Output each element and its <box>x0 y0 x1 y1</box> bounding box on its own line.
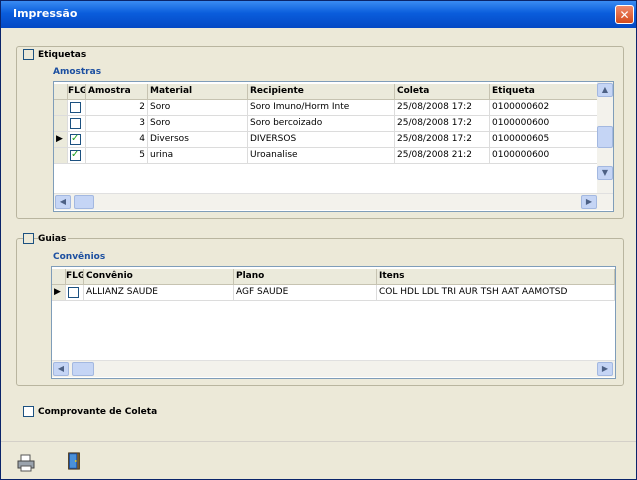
flg-cell[interactable] <box>68 116 86 132</box>
horizontal-scrollbar[interactable]: ◀ ▶ <box>52 360 615 377</box>
column-header-recipiente[interactable]: Recipiente <box>248 84 395 100</box>
amostra-cell: 5 <box>86 148 148 164</box>
amostra-cell: 4 <box>86 132 148 148</box>
row-indicator[interactable] <box>54 100 68 116</box>
etiqueta-cell: 0100000602 <box>490 100 599 116</box>
print-dialog: Impressão ✕ Etiquetas Amostras FLG Amost… <box>0 0 637 480</box>
coleta-cell: 25/08/2008 17:2 <box>395 116 490 132</box>
amostras-label: Amostras <box>53 67 102 77</box>
row-indicator[interactable] <box>54 116 68 132</box>
amostra-cell: 3 <box>86 116 148 132</box>
flg-cell[interactable] <box>66 285 84 301</box>
flg-checkbox[interactable]: ✓ <box>70 133 81 145</box>
flg-cell[interactable]: ✓ <box>68 132 86 148</box>
flg-checkbox[interactable] <box>70 102 81 113</box>
column-header-coleta[interactable]: Coleta <box>395 84 490 100</box>
flg-checkbox[interactable] <box>68 287 79 298</box>
current-row-arrow-icon: ▶ <box>54 287 61 297</box>
material-cell: Diversos <box>148 132 248 148</box>
amostra-cell: 2 <box>86 100 148 116</box>
horizontal-scroll-thumb[interactable] <box>74 195 94 209</box>
checkmark-icon: ✓ <box>71 149 80 160</box>
scroll-left-button[interactable]: ◀ <box>55 195 71 209</box>
column-header-flg[interactable]: FLG <box>66 269 84 285</box>
flg-checkbox[interactable] <box>70 118 81 129</box>
convenio-cell: ALLIANZ SAUDE <box>84 285 234 301</box>
checkmark-icon: ✓ <box>71 133 80 144</box>
table-row[interactable]: ▶ ALLIANZ SAUDE AGF SAUDE COL HDL LDL TR… <box>52 285 615 301</box>
coleta-cell: 25/08/2008 17:2 <box>395 132 490 148</box>
scroll-left-button[interactable]: ◀ <box>53 362 69 376</box>
scroll-down-button[interactable]: ▼ <box>597 166 613 180</box>
etiqueta-cell: 0100000605 <box>490 132 599 148</box>
table-row[interactable]: ▶ ✓ 4 Diversos DIVERSOS 25/08/2008 17:2 … <box>54 132 599 148</box>
horizontal-scroll-thumb[interactable] <box>72 362 94 376</box>
etiquetas-checkbox[interactable] <box>23 49 34 60</box>
convenios-label: Convênios <box>53 252 106 262</box>
amostras-grid[interactable]: FLG Amostra Material Recipiente Coleta E… <box>53 81 614 212</box>
window-title: Impressão <box>13 7 78 20</box>
column-header-material[interactable]: Material <box>148 84 248 100</box>
vertical-scrollbar[interactable]: ▲ ▼ <box>597 82 613 195</box>
title-bar[interactable]: Impressão ✕ <box>1 1 636 28</box>
column-header-amostra[interactable]: Amostra <box>86 84 148 100</box>
row-indicator[interactable]: ▶ <box>54 132 68 148</box>
table-row[interactable]: 2 Soro Soro Imuno/Horm Inte 25/08/2008 1… <box>54 100 599 116</box>
current-row-arrow-icon: ▶ <box>56 134 63 144</box>
comprovante-label: Comprovante de Coleta <box>38 407 158 417</box>
column-header-plano[interactable]: Plano <box>234 269 377 285</box>
column-header-itens[interactable]: Itens <box>377 269 615 285</box>
material-cell: urina <box>148 148 248 164</box>
horizontal-scrollbar[interactable]: ◀ ▶ <box>54 193 613 210</box>
bottom-toolbar <box>1 441 636 479</box>
recipiente-cell: Soro Imuno/Horm Inte <box>248 100 395 116</box>
grid-header-row: FLG Convênio Plano Itens <box>52 269 615 285</box>
row-indicator-header <box>52 269 66 285</box>
comprovante-checkbox[interactable] <box>23 406 34 417</box>
vertical-scroll-thumb[interactable] <box>597 126 613 148</box>
etiqueta-cell: 0100000600 <box>490 148 599 164</box>
material-cell: Soro <box>148 100 248 116</box>
scroll-up-button[interactable]: ▲ <box>597 83 613 97</box>
scroll-right-button[interactable]: ▶ <box>581 195 597 209</box>
coleta-cell: 25/08/2008 21:2 <box>395 148 490 164</box>
etiquetas-label: Etiquetas <box>38 50 89 60</box>
flg-cell[interactable]: ✓ <box>68 148 86 164</box>
close-button[interactable]: ✕ <box>615 5 634 24</box>
flg-checkbox[interactable]: ✓ <box>70 149 81 161</box>
convenios-grid[interactable]: FLG Convênio Plano Itens ▶ ALLIANZ SAUDE… <box>51 266 616 379</box>
itens-cell: COL HDL LDL TRI AUR TSH AAT AAMOTSD <box>377 285 615 301</box>
flg-cell[interactable] <box>68 100 86 116</box>
etiqueta-cell: 0100000600 <box>490 116 599 132</box>
plano-cell: AGF SAUDE <box>234 285 377 301</box>
scroll-right-button[interactable]: ▶ <box>597 362 613 376</box>
column-header-convenio[interactable]: Convênio <box>84 269 234 285</box>
guias-checkbox[interactable] <box>23 233 34 244</box>
recipiente-cell: Soro bercoizado <box>248 116 395 132</box>
grid-header-row: FLG Amostra Material Recipiente Coleta E… <box>54 84 599 100</box>
recipiente-cell: Uroanalise <box>248 148 395 164</box>
guias-label: Guias <box>38 234 69 244</box>
row-indicator[interactable] <box>54 148 68 164</box>
printer-icon[interactable] <box>17 454 35 472</box>
table-row[interactable]: ✓ 5 urina Uroanalise 25/08/2008 21:2 010… <box>54 148 599 164</box>
material-cell: Soro <box>148 116 248 132</box>
column-header-etiqueta[interactable]: Etiqueta <box>490 84 599 100</box>
row-indicator-header <box>54 84 68 100</box>
recipiente-cell: DIVERSOS <box>248 132 395 148</box>
coleta-cell: 25/08/2008 17:2 <box>395 100 490 116</box>
table-row[interactable]: 3 Soro Soro bercoizado 25/08/2008 17:2 0… <box>54 116 599 132</box>
row-indicator[interactable]: ▶ <box>52 285 66 301</box>
exit-door-icon[interactable] <box>65 452 83 470</box>
column-header-flg[interactable]: FLG <box>68 84 86 100</box>
